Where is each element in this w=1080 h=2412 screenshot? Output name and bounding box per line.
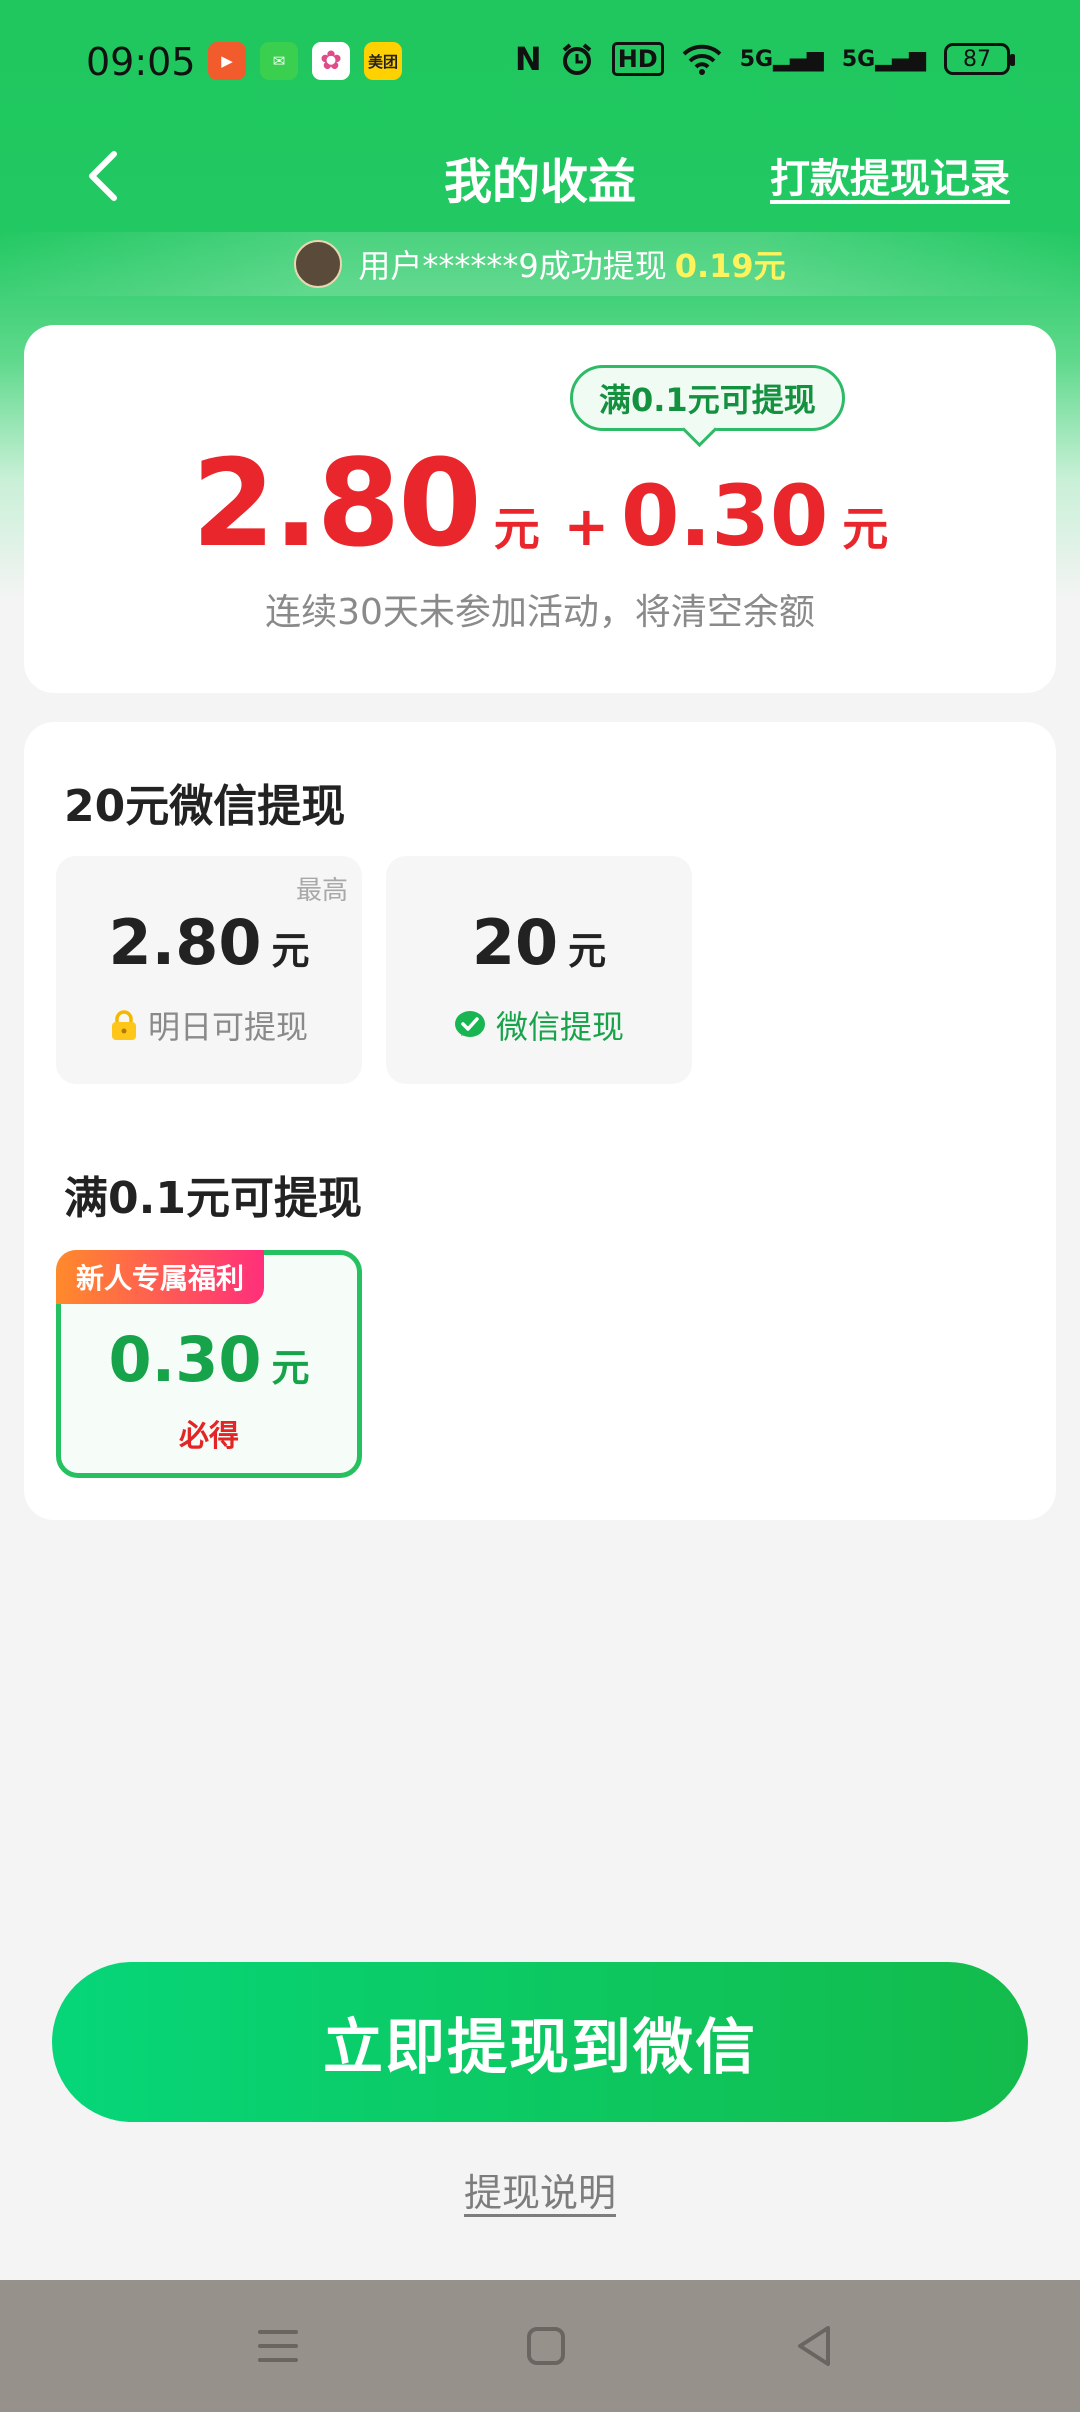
option-status: 明日可提现 [56, 1002, 362, 1048]
withdraw-to-wechat-button[interactable]: 立即提现到微信 [52, 1962, 1028, 2122]
system-navigation-bar [0, 2280, 1080, 2412]
alarm-icon [562, 43, 591, 75]
ticker-amount: 0.19元 [674, 247, 786, 285]
message-app-icon: ✉ [260, 42, 298, 80]
new-user-withdraw-option[interactable]: 新人专属福利 0.30 元 必得 [56, 1250, 362, 1478]
max-label: 最高 [295, 876, 348, 906]
video-app-icon: ▶ [208, 42, 246, 80]
option-amount: 20 元 [471, 906, 607, 979]
option-amount: 2.80 元 [108, 906, 310, 979]
main-balance-unit: 元 [493, 502, 540, 556]
new-option-amount: 0.30 元 [108, 1323, 310, 1396]
battery-icon: 87 [944, 43, 1015, 75]
withdraw-option-2-80[interactable]: 最高 2.80 元 明日可提现 [56, 856, 362, 1084]
menu-icon[interactable] [248, 2316, 308, 2376]
bonus-balance-unit: 元 [842, 502, 889, 556]
meituan-app-icon: 美团 [364, 42, 402, 80]
balance-card: 满0.1元可提现 2.80 元 + 0.30 元 连续30天未参加活动，将清空余… [24, 325, 1056, 693]
lock-icon [111, 1010, 136, 1040]
main-balance: 2.80 [191, 435, 482, 574]
withdraw-ticker: 用户******9成功提现 0.19元 [0, 232, 1080, 296]
status-time: 09:05 [86, 40, 196, 84]
hd-icon: HD [611, 42, 664, 76]
nfc-icon: N [514, 40, 542, 78]
withdraw-explanation-link[interactable]: 提现说明 [0, 2162, 1080, 2217]
avatar [294, 240, 343, 288]
min-withdraw-section-title: 满0.1元可提现 [64, 1173, 362, 1224]
signal-5g-icon-2: 5G▂▄▆ [841, 46, 926, 72]
withdraw-option-20[interactable]: 20 元 微信提现 [386, 856, 692, 1084]
withdraw-record-link[interactable]: 打款提现记录 [770, 146, 1010, 204]
balance-amounts: 2.80 元 + 0.30 元 [24, 435, 1056, 574]
home-icon[interactable] [516, 2316, 576, 2376]
status-icons: N HD 5G▂▄▆ 5G▂▄▆ 87 [514, 40, 1015, 78]
status-bar: 09:05 ▶ ✉ ✿ 美团 N HD 5G▂▄▆ 5G▂▄▆ 87 [0, 0, 1080, 125]
wechat-withdraw-section-title: 20元微信提现 [64, 781, 346, 832]
option-status: 微信提现 [386, 1002, 692, 1048]
ticker-text: 用户******9成功提现 [358, 247, 667, 285]
plus-sign: + [563, 495, 610, 558]
guaranteed-label: 必得 [179, 1419, 239, 1454]
wifi-icon [682, 44, 722, 75]
withdraw-options-card: 20元微信提现 最高 2.80 元 明日可提现 20 元 微信提现 满0.1元可… [24, 722, 1056, 1520]
signal-5g-icon-1: 5G▂▄▆ [739, 46, 824, 72]
pinwheel-app-icon: ✿ [312, 42, 350, 80]
bonus-balance: 0.30 [621, 467, 829, 565]
balance-expiry-note: 连续30天未参加活动，将清空余额 [265, 592, 815, 633]
wechat-icon [454, 1011, 485, 1037]
new-user-badge: 新人专属福利 [56, 1250, 265, 1304]
min-withdraw-tooltip: 满0.1元可提现 [570, 365, 845, 431]
back-triangle-icon[interactable] [784, 2316, 844, 2376]
